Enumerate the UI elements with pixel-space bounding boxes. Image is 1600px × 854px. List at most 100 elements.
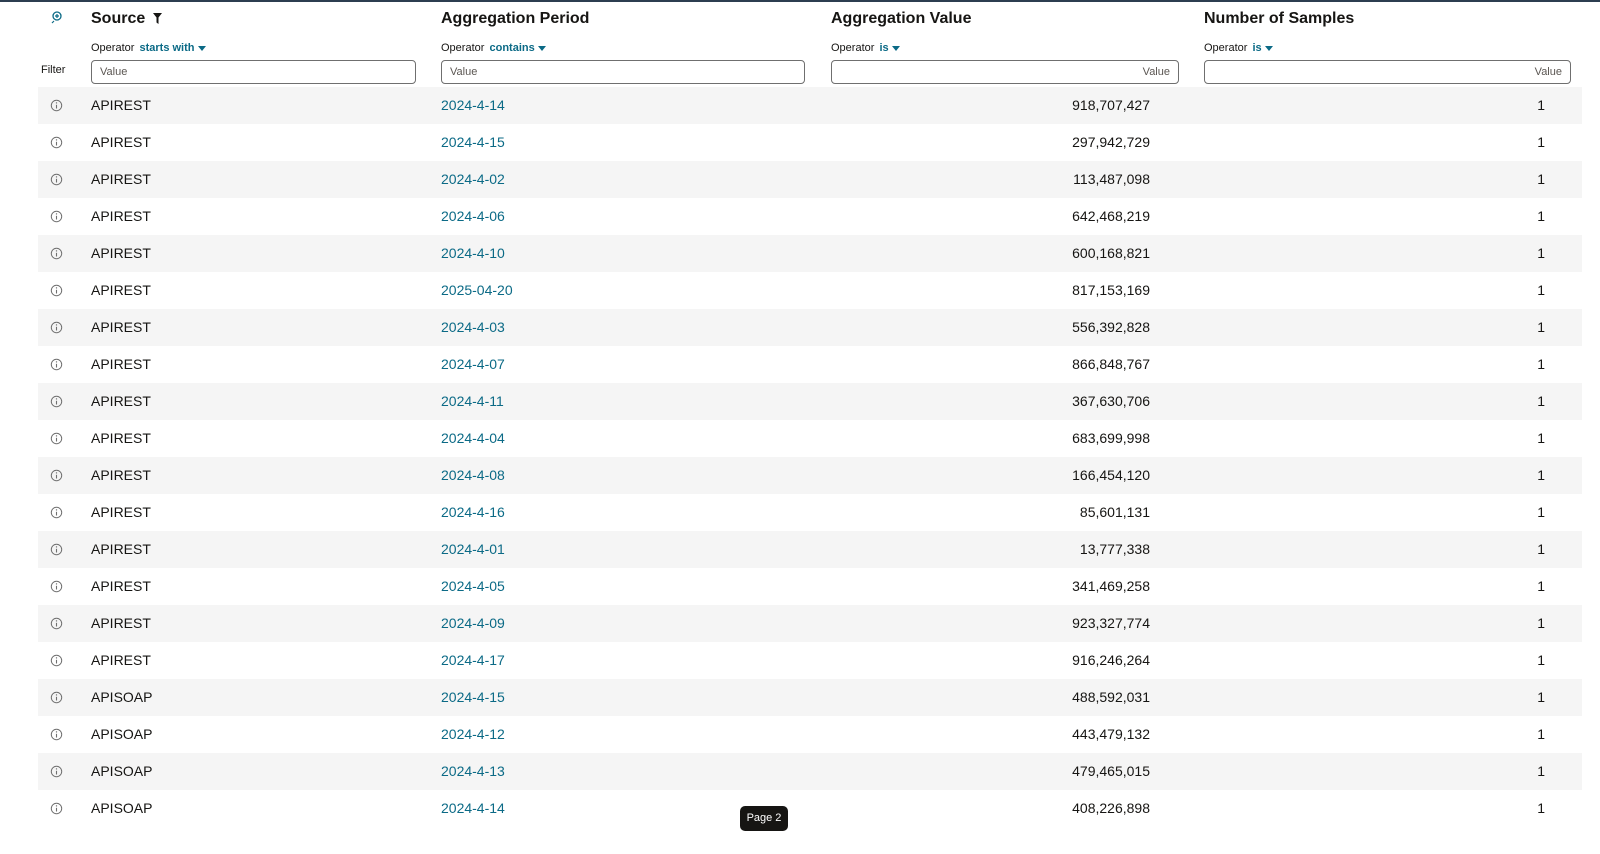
filter-input-aggregation-value[interactable] [831, 60, 1179, 84]
operator-label: Operator [441, 42, 485, 54]
cell-aggregation-value: 166,454,120 [1072, 467, 1150, 483]
cell-aggregation-period-link[interactable]: 2024-4-01 [441, 531, 811, 568]
operator-select-source[interactable]: starts with [139, 42, 206, 54]
cell-aggregation-period-link[interactable]: 2024-4-08 [441, 457, 811, 494]
cell-number-of-samples: 1 [1537, 615, 1545, 631]
operator-select-aggregation-period[interactable]: contains [489, 42, 546, 54]
cell-aggregation-period-link[interactable]: 2024-4-15 [441, 124, 811, 161]
cell-aggregation-value: 817,153,169 [1072, 282, 1150, 298]
table-row[interactable]: APIREST 2024-4-01 13,777,338 1 [38, 531, 1582, 568]
info-icon[interactable] [50, 691, 63, 704]
info-icon[interactable] [50, 432, 63, 445]
info-icon[interactable] [50, 395, 63, 408]
cell-aggregation-period-link[interactable]: 2024-4-03 [441, 309, 811, 346]
cell-source: APIREST [91, 319, 151, 335]
table-row[interactable]: APIREST 2024-4-03 556,392,828 1 [38, 309, 1582, 346]
table-row[interactable]: APIREST 2024-4-06 642,468,219 1 [38, 198, 1582, 235]
info-icon[interactable] [50, 284, 63, 297]
cell-aggregation-period-link[interactable]: 2025-04-20 [441, 272, 811, 309]
cell-number-of-samples: 1 [1537, 356, 1545, 372]
table-row[interactable]: APIREST 2025-04-20 817,153,169 1 [38, 272, 1582, 309]
cell-aggregation-value: 113,487,098 [1073, 171, 1150, 187]
table-row[interactable]: APIREST 2024-4-02 113,487,098 1 [38, 161, 1582, 198]
cell-source: APIREST [91, 652, 151, 668]
chevron-down-icon [197, 45, 206, 51]
info-icon[interactable] [50, 802, 63, 815]
info-icon[interactable] [50, 728, 63, 741]
cell-aggregation-value: 866,848,767 [1072, 356, 1150, 372]
cell-aggregation-period-link[interactable]: 2024-4-04 [441, 420, 811, 457]
table-row[interactable]: APIREST 2024-4-15 297,942,729 1 [38, 124, 1582, 161]
filter-input-aggregation-period[interactable] [441, 60, 805, 84]
cell-aggregation-period-link[interactable]: 2024-4-10 [441, 235, 811, 272]
cell-aggregation-value: 85,601,131 [1079, 504, 1150, 520]
info-icon[interactable] [50, 210, 63, 223]
info-icon[interactable] [50, 469, 63, 482]
table-row[interactable]: APIREST 2024-4-16 85,601,131 1 [38, 494, 1582, 531]
table-row[interactable]: APISOAP 2024-4-14 408,226,898 1 [38, 790, 1582, 827]
operator-select-aggregation-value[interactable]: is [879, 42, 900, 54]
cell-aggregation-period-link[interactable]: 2024-4-07 [441, 346, 811, 383]
table-row[interactable]: APIREST 2024-4-17 916,246,264 1 [38, 642, 1582, 679]
cell-aggregation-value: 918,707,427 [1072, 97, 1150, 113]
column-header-source[interactable]: Source [91, 7, 421, 31]
table-row[interactable]: APIREST 2024-4-05 341,469,258 1 [38, 568, 1582, 605]
table-row[interactable]: APIREST 2024-4-10 600,168,821 1 [38, 235, 1582, 272]
cell-number-of-samples: 1 [1537, 393, 1545, 409]
cell-aggregation-period-link[interactable]: 2024-4-13 [441, 753, 811, 790]
chevron-down-icon [537, 45, 546, 51]
cell-aggregation-period-link[interactable]: 2024-4-09 [441, 605, 811, 642]
cell-number-of-samples: 1 [1537, 763, 1545, 779]
cell-aggregation-period-link[interactable]: 2024-4-06 [441, 198, 811, 235]
info-icon[interactable] [50, 506, 63, 519]
table-row[interactable]: APIREST 2024-4-14 918,707,427 1 [38, 87, 1582, 124]
cell-aggregation-period-link[interactable]: 2024-4-05 [441, 568, 811, 605]
table-row[interactable]: APISOAP 2024-4-12 443,479,132 1 [38, 716, 1582, 753]
info-icon[interactable] [50, 543, 63, 556]
cell-number-of-samples: 1 [1537, 504, 1545, 520]
column-header-aggregation-period[interactable]: Aggregation Period [441, 7, 811, 31]
cell-number-of-samples: 1 [1537, 652, 1545, 668]
table-row[interactable]: APIREST 2024-4-11 367,630,706 1 [38, 383, 1582, 420]
cell-aggregation-period-link[interactable]: 2024-4-02 [441, 161, 811, 198]
cell-aggregation-period-link[interactable]: 2024-4-12 [441, 716, 811, 753]
info-icon[interactable] [50, 136, 63, 149]
table-row[interactable]: APIREST 2024-4-08 166,454,120 1 [38, 457, 1582, 494]
cell-number-of-samples: 1 [1537, 467, 1545, 483]
info-icon[interactable] [50, 765, 63, 778]
table-row[interactable]: APISOAP 2024-4-13 479,465,015 1 [38, 753, 1582, 790]
column-header-aggregation-value[interactable]: Aggregation Value [831, 7, 1185, 31]
cell-number-of-samples: 1 [1537, 578, 1545, 594]
cell-aggregation-period-link[interactable]: 2024-4-15 [441, 679, 811, 716]
cell-source: APIREST [91, 393, 151, 409]
operator-number-of-samples: Operator is [1204, 40, 1580, 56]
sort-settings-icon[interactable] [50, 10, 64, 24]
info-icon[interactable] [50, 173, 63, 186]
cell-source: APIREST [91, 356, 151, 372]
cell-aggregation-period-link[interactable]: 2024-4-11 [441, 383, 811, 420]
operator-select-number-of-samples[interactable]: is [1252, 42, 1273, 54]
cell-source: APIREST [91, 282, 151, 298]
info-icon[interactable] [50, 99, 63, 112]
operator-label: Operator [1204, 42, 1248, 54]
table-row[interactable]: APISOAP 2024-4-15 488,592,031 1 [38, 679, 1582, 716]
table-row[interactable]: APIREST 2024-4-04 683,699,998 1 [38, 420, 1582, 457]
info-icon[interactable] [50, 358, 63, 371]
filter-input-number-of-samples[interactable] [1204, 60, 1571, 84]
column-header-number-of-samples[interactable]: Number of Samples [1204, 7, 1580, 31]
info-icon[interactable] [50, 617, 63, 630]
info-icon[interactable] [50, 321, 63, 334]
cell-aggregation-period-link[interactable]: 2024-4-17 [441, 642, 811, 679]
funnel-icon[interactable] [152, 13, 162, 25]
info-icon[interactable] [50, 654, 63, 667]
cell-number-of-samples: 1 [1537, 319, 1545, 335]
operator-aggregation-period: Operator contains [441, 40, 811, 56]
filter-input-source[interactable] [91, 60, 416, 84]
table-row[interactable]: APIREST 2024-4-09 923,327,774 1 [38, 605, 1582, 642]
operator-source: Operator starts with [91, 40, 421, 56]
info-icon[interactable] [50, 247, 63, 260]
table-row[interactable]: APIREST 2024-4-07 866,848,767 1 [38, 346, 1582, 383]
cell-aggregation-period-link[interactable]: 2024-4-14 [441, 87, 811, 124]
info-icon[interactable] [50, 580, 63, 593]
cell-aggregation-period-link[interactable]: 2024-4-16 [441, 494, 811, 531]
